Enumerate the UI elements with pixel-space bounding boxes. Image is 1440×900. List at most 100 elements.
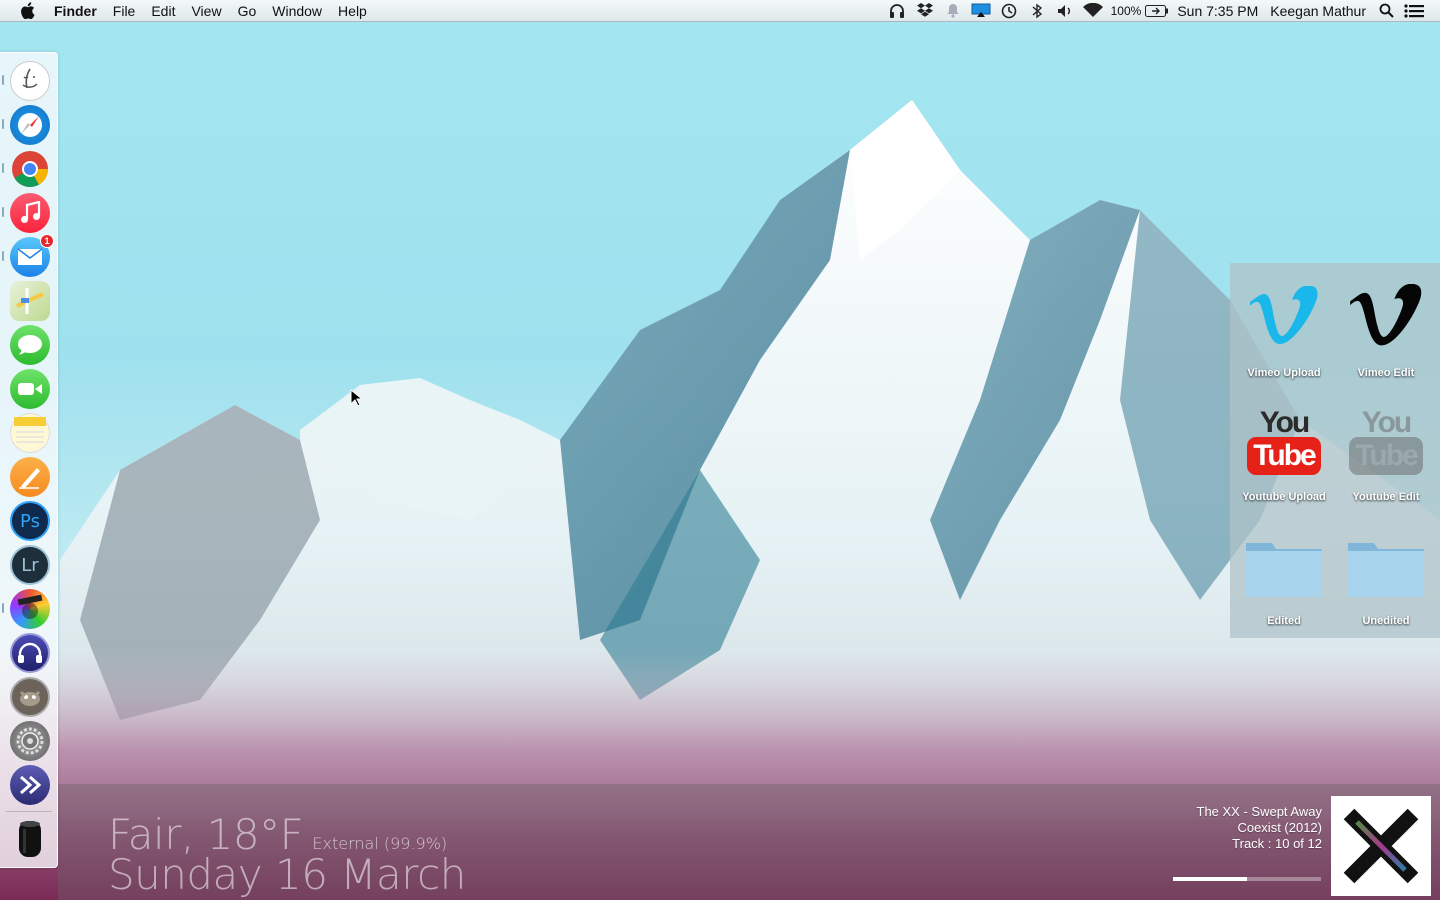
- headphones-app-icon: [18, 642, 42, 663]
- shortcut-folder-edited[interactable]: Edited: [1233, 523, 1335, 641]
- menu-window[interactable]: Window: [264, 0, 330, 22]
- shortcut-panel: Vimeo Upload Vimeo Edit You Tube Youtube…: [1230, 263, 1440, 638]
- dock-facetime[interactable]: [10, 369, 50, 409]
- shortcut-folder-unedited[interactable]: Unedited: [1335, 523, 1437, 641]
- shortcut-label: Vimeo Edit: [1357, 367, 1415, 379]
- dock-separator: [6, 811, 52, 812]
- safari-icon: [18, 113, 42, 137]
- apple-menu-icon[interactable]: [0, 2, 54, 19]
- gear-icon: [16, 727, 44, 755]
- mountain-illustration: [0, 100, 1440, 900]
- youtube-tube-text: Tube: [1247, 437, 1321, 475]
- vimeo-blue-icon: [1239, 275, 1329, 361]
- chrome-icon: [12, 151, 49, 188]
- dock-gimp[interactable]: [10, 677, 50, 717]
- now-playing-widget: The XX - Swept Away Coexist (2012) Track…: [1197, 804, 1323, 852]
- running-indicator: [2, 207, 4, 217]
- album-art[interactable]: [1331, 796, 1431, 896]
- shortcut-youtube-edit[interactable]: You Tube Youtube Edit: [1335, 399, 1437, 517]
- shortcut-vimeo-edit[interactable]: Vimeo Edit: [1335, 275, 1437, 393]
- menu-help[interactable]: Help: [330, 0, 375, 22]
- dock-notes[interactable]: [10, 413, 50, 453]
- shortcut-vimeo-upload[interactable]: Vimeo Upload: [1233, 275, 1335, 393]
- dock-safari[interactable]: [10, 105, 50, 145]
- running-indicator: [2, 163, 4, 173]
- photoshop-icon: Ps: [20, 510, 40, 532]
- folder-icon: [1341, 523, 1431, 609]
- notification-center-icon[interactable]: [1400, 0, 1428, 22]
- track-progress-fill: [1173, 877, 1247, 881]
- running-indicator: [2, 603, 4, 613]
- menu-go[interactable]: Go: [230, 0, 265, 22]
- mouse-cursor: [350, 388, 364, 412]
- dock-trash[interactable]: [10, 819, 50, 859]
- weather-date: Sunday 16 March: [108, 850, 466, 899]
- dock-messages[interactable]: [10, 325, 50, 365]
- dock-mail[interactable]: 1: [10, 234, 54, 277]
- shortcut-label: Youtube Edit: [1352, 491, 1420, 503]
- dock-audio-app[interactable]: [10, 633, 50, 673]
- wifi-icon[interactable]: [1079, 0, 1107, 22]
- battery-icon[interactable]: [1143, 0, 1171, 22]
- youtube-gray-icon: You Tube: [1341, 399, 1431, 485]
- now-playing-title: The XX - Swept Away: [1196, 804, 1323, 819]
- menu-edit[interactable]: Edit: [143, 0, 183, 22]
- now-playing-track: Track : 10 of 12: [1232, 836, 1322, 851]
- itunes-icon: [21, 201, 41, 223]
- shortcut-youtube-upload[interactable]: You Tube Youtube Upload: [1233, 399, 1335, 517]
- notification-bell-icon[interactable]: [939, 0, 967, 22]
- notes-icon: [14, 417, 46, 443]
- running-indicator: [2, 119, 4, 129]
- desktop-wallpaper: [0, 0, 1440, 900]
- headphones-icon[interactable]: [883, 0, 911, 22]
- mail-badge: 1: [40, 234, 54, 248]
- dock-finder[interactable]: [10, 61, 50, 101]
- running-indicator: [2, 75, 4, 85]
- folder-icon: [1239, 523, 1329, 609]
- dock-final-cut[interactable]: [10, 589, 50, 629]
- track-progress-bar[interactable]: [1173, 877, 1321, 881]
- lightroom-icon: Lr: [21, 554, 39, 576]
- spotlight-search-icon[interactable]: [1372, 0, 1400, 22]
- dock-lightroom[interactable]: Lr: [10, 545, 50, 585]
- menu-bar: Finder File Edit View Go Window Help 100…: [0, 0, 1440, 22]
- running-indicator: [2, 251, 4, 261]
- menu-finder[interactable]: Finder: [54, 0, 105, 22]
- dock-chrome[interactable]: [10, 149, 50, 189]
- youtube-red-icon: You Tube: [1239, 399, 1329, 485]
- dock-quicksilver[interactable]: [10, 765, 50, 805]
- shortcut-label: Youtube Upload: [1242, 491, 1326, 503]
- dock-itunes[interactable]: [10, 193, 50, 233]
- vimeo-black-icon: [1341, 275, 1431, 361]
- now-playing-album: Coexist (2012): [1237, 820, 1322, 835]
- airplay-icon[interactable]: [967, 0, 995, 22]
- trash-icon: [19, 821, 41, 857]
- youtube-you-text: You: [1361, 406, 1412, 439]
- gimp-icon: [19, 690, 41, 706]
- xx-logo-icon: [1343, 808, 1419, 884]
- dock-pages[interactable]: [10, 457, 50, 497]
- user-name-menu[interactable]: Keegan Mathur: [1264, 0, 1372, 22]
- menu-clock[interactable]: Sun 7:35 PM: [1171, 0, 1264, 22]
- bottom-widget-bar: Fair, 18°F External (99.9%) Sunday 16 Ma…: [58, 784, 1440, 900]
- finder-icon: [22, 68, 38, 89]
- menu-view[interactable]: View: [183, 0, 229, 22]
- dropbox-icon[interactable]: [911, 0, 939, 22]
- pages-icon: [19, 468, 40, 489]
- dock-maps[interactable]: [10, 281, 50, 321]
- battery-percent[interactable]: 100%: [1107, 0, 1144, 22]
- maps-icon: [16, 288, 44, 314]
- youtube-tube-text: Tube: [1349, 437, 1423, 475]
- mail-icon: [17, 248, 43, 265]
- time-machine-icon[interactable]: [995, 0, 1023, 22]
- final-cut-icon: [17, 594, 43, 619]
- dock-system-preferences[interactable]: [10, 721, 50, 761]
- bluetooth-icon[interactable]: [1023, 0, 1051, 22]
- messages-icon: [18, 335, 42, 355]
- shortcut-label: Edited: [1267, 615, 1301, 627]
- dock-photoshop[interactable]: Ps: [10, 501, 50, 541]
- youtube-you-text: You: [1259, 406, 1310, 439]
- volume-icon[interactable]: [1051, 0, 1079, 22]
- chevron-app-icon: [20, 775, 42, 795]
- menu-file[interactable]: File: [105, 0, 144, 22]
